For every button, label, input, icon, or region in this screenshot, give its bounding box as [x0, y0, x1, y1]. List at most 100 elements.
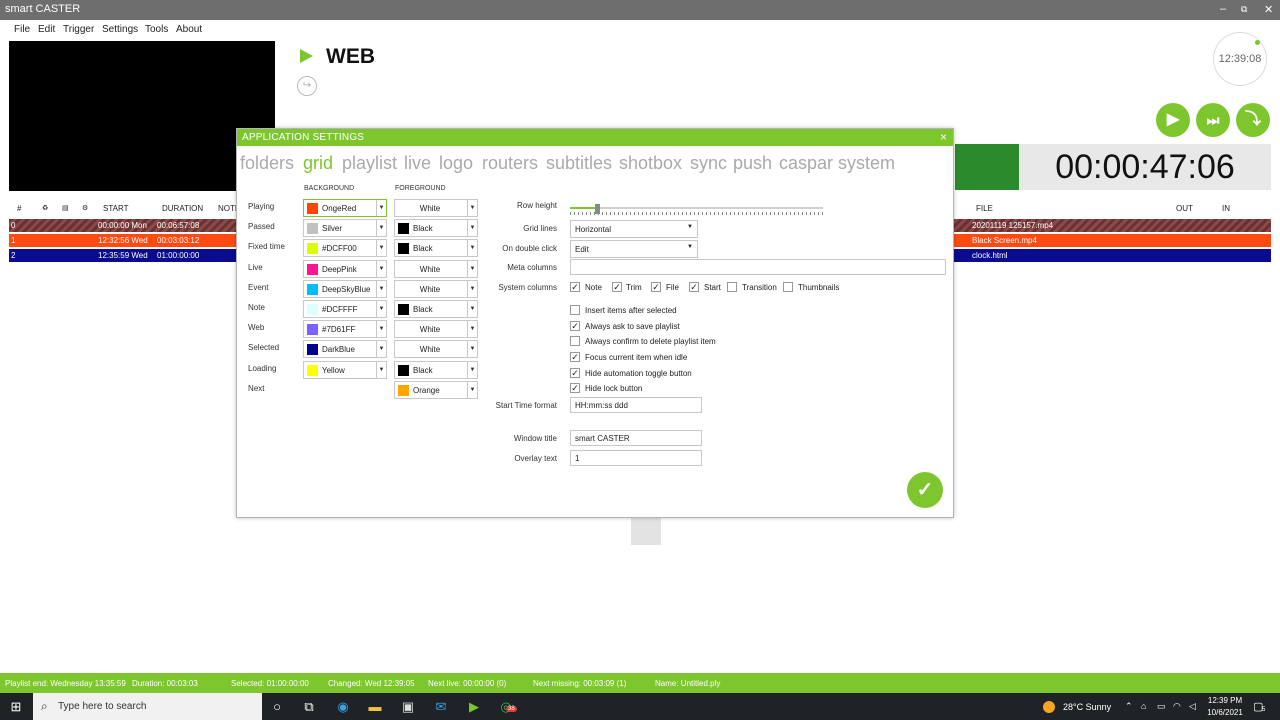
status-selected: Selected: 01:00:00:00 — [231, 679, 309, 688]
meta-columns-input[interactable] — [570, 259, 946, 275]
system-column-label: Thumbnails — [798, 283, 840, 292]
close-button[interactable]: ✕ — [1264, 3, 1273, 16]
background-color-select[interactable]: #DCFF00 ▼ — [303, 239, 387, 258]
system-column-checkbox[interactable]: ✓ — [689, 282, 699, 292]
option-checkbox[interactable]: ✓ — [570, 368, 580, 378]
background-color-select[interactable]: Yellow ▼ — [303, 360, 387, 379]
play-button[interactable]: ▶ — [1156, 103, 1190, 137]
menu-about[interactable]: About — [176, 24, 202, 35]
col-duration[interactable]: DURATION — [162, 204, 203, 213]
menu-tools[interactable]: Tools — [145, 24, 168, 35]
system-column-checkbox[interactable] — [783, 282, 793, 292]
mail-icon[interactable]: ✉ — [433, 699, 449, 715]
col-file[interactable]: FILE — [976, 204, 993, 213]
option-checkbox[interactable]: ✓ — [570, 383, 580, 393]
volume-icon[interactable]: ◁ — [1189, 701, 1196, 712]
tab-live[interactable]: live — [404, 153, 431, 174]
background-color-select[interactable]: #DCFFFF ▼ — [303, 300, 387, 318]
dialog-close-button[interactable]: × — [940, 130, 947, 144]
tab-system[interactable]: system — [838, 153, 895, 174]
col-type-icon[interactable]: ▤ — [62, 204, 69, 212]
grid-lines-select[interactable]: Horizontal ▼ — [570, 220, 698, 238]
battery-icon[interactable]: ▭ — [1157, 701, 1166, 712]
col-status-icon[interactable]: ♻ — [42, 204, 48, 212]
col-in[interactable]: IN — [1222, 204, 1230, 213]
row-height-slider[interactable] — [570, 204, 823, 216]
foreground-color-select[interactable]: White ▼ — [394, 279, 478, 298]
col-num[interactable]: # — [17, 204, 21, 213]
foreground-color-select[interactable]: White ▼ — [394, 320, 478, 339]
menu-edit[interactable]: Edit — [38, 24, 55, 35]
background-color-select[interactable]: Silver ▼ — [303, 219, 387, 238]
col-out[interactable]: OUT — [1176, 204, 1193, 213]
taskbar-search[interactable]: ⌕ Type here to search — [33, 693, 262, 720]
foreground-color-select[interactable]: White ▼ — [394, 199, 478, 217]
tab-playlist[interactable]: playlist — [342, 153, 397, 174]
option-checkbox[interactable] — [570, 336, 580, 346]
foreground-color-select[interactable]: White ▼ — [394, 259, 478, 278]
foreground-color-select[interactable]: Black ▼ — [394, 239, 478, 258]
color-row-label: Fixed time — [248, 242, 285, 252]
tab-subtitles[interactable]: subtitles — [546, 153, 612, 174]
system-column-checkbox[interactable] — [727, 282, 737, 292]
color-row-label: Web — [248, 323, 265, 333]
restore-button[interactable]: ⧉ — [1241, 4, 1247, 15]
window-title-input[interactable]: smart CASTER — [570, 430, 702, 446]
network-icon[interactable]: ⌂ — [1141, 701, 1146, 711]
background-color-select[interactable]: OngeRed ▼ — [303, 199, 387, 217]
skip-button[interactable]: ⤵ — [1236, 103, 1270, 137]
background-color-select[interactable]: DarkBlue ▼ — [303, 340, 387, 359]
overlay-text-input[interactable]: 1 — [570, 450, 702, 466]
task-view-icon[interactable]: ⧉ — [301, 699, 317, 715]
whatsapp-badge: 38 — [506, 706, 517, 712]
confirm-button[interactable]: ✓ — [907, 472, 943, 508]
taskbar-time[interactable]: 12:39 PM — [1200, 696, 1250, 705]
system-columns-label: System columns — [498, 283, 557, 292]
option-checkbox[interactable]: ✓ — [570, 352, 580, 362]
tab-sync[interactable]: sync — [690, 153, 727, 174]
return-icon[interactable]: ↪ — [297, 76, 317, 96]
store-icon[interactable]: ▣ — [400, 699, 416, 715]
smart-caster-icon[interactable]: ▶ — [466, 699, 482, 715]
background-color-select[interactable]: DeepSkyBlue ▼ — [303, 279, 387, 298]
color-swatch — [307, 304, 318, 315]
foreground-color-select[interactable]: Orange ▼ — [394, 380, 478, 399]
tab-caspar[interactable]: caspar — [779, 153, 833, 174]
start-time-format-input[interactable]: HH:mm:ss ddd — [570, 397, 702, 413]
background-color-select[interactable]: #7D61FF ▼ — [303, 320, 387, 339]
taskbar-date[interactable]: 10/6/2021 — [1200, 708, 1250, 717]
windows-start-icon[interactable]: ⊞ — [8, 699, 24, 715]
edge-icon[interactable]: ◉ — [335, 699, 351, 715]
minimize-button[interactable]: – — [1220, 3, 1226, 15]
system-column-checkbox[interactable]: ✓ — [651, 282, 661, 292]
background-color-select[interactable]: DeepPink ▼ — [303, 259, 387, 278]
system-column-checkbox[interactable]: ✓ — [612, 282, 622, 292]
next-button[interactable]: ⏭ — [1196, 103, 1230, 137]
chevron-up-icon[interactable]: ⌃ — [1125, 701, 1133, 712]
chevron-down-icon: ▼ — [467, 200, 477, 216]
row-height-slider-thumb[interactable] — [595, 204, 601, 214]
foreground-color-select[interactable]: Black ▼ — [394, 300, 478, 318]
cortana-icon[interactable]: ○ — [269, 699, 285, 715]
menu-trigger[interactable]: Trigger — [63, 24, 94, 35]
file-explorer-icon[interactable]: ▬ — [367, 699, 383, 715]
foreground-color-select[interactable]: White ▼ — [394, 340, 478, 359]
weather-text[interactable]: 28°C Sunny — [1063, 702, 1111, 712]
tab-push[interactable]: push — [733, 153, 772, 174]
wifi-icon[interactable]: ◠ — [1173, 701, 1181, 712]
tab-grid[interactable]: grid — [303, 153, 333, 174]
menu-settings[interactable]: Settings — [102, 24, 138, 35]
menu-file[interactable]: File — [14, 24, 30, 35]
system-column-checkbox[interactable]: ✓ — [570, 282, 580, 292]
tab-logo[interactable]: logo — [439, 153, 473, 174]
tab-folders[interactable]: folders — [240, 153, 294, 174]
col-settings-icon[interactable]: ⚙ — [82, 204, 88, 212]
option-checkbox[interactable]: ✓ — [570, 321, 580, 331]
col-start[interactable]: START — [103, 204, 128, 213]
double-click-select[interactable]: Edit ▼ — [570, 240, 698, 258]
tab-shotbox[interactable]: shotbox — [619, 153, 682, 174]
tab-routers[interactable]: routers — [482, 153, 538, 174]
foreground-color-select[interactable]: Black ▼ — [394, 219, 478, 238]
foreground-color-select[interactable]: Black ▼ — [394, 360, 478, 379]
option-checkbox[interactable] — [570, 305, 580, 315]
